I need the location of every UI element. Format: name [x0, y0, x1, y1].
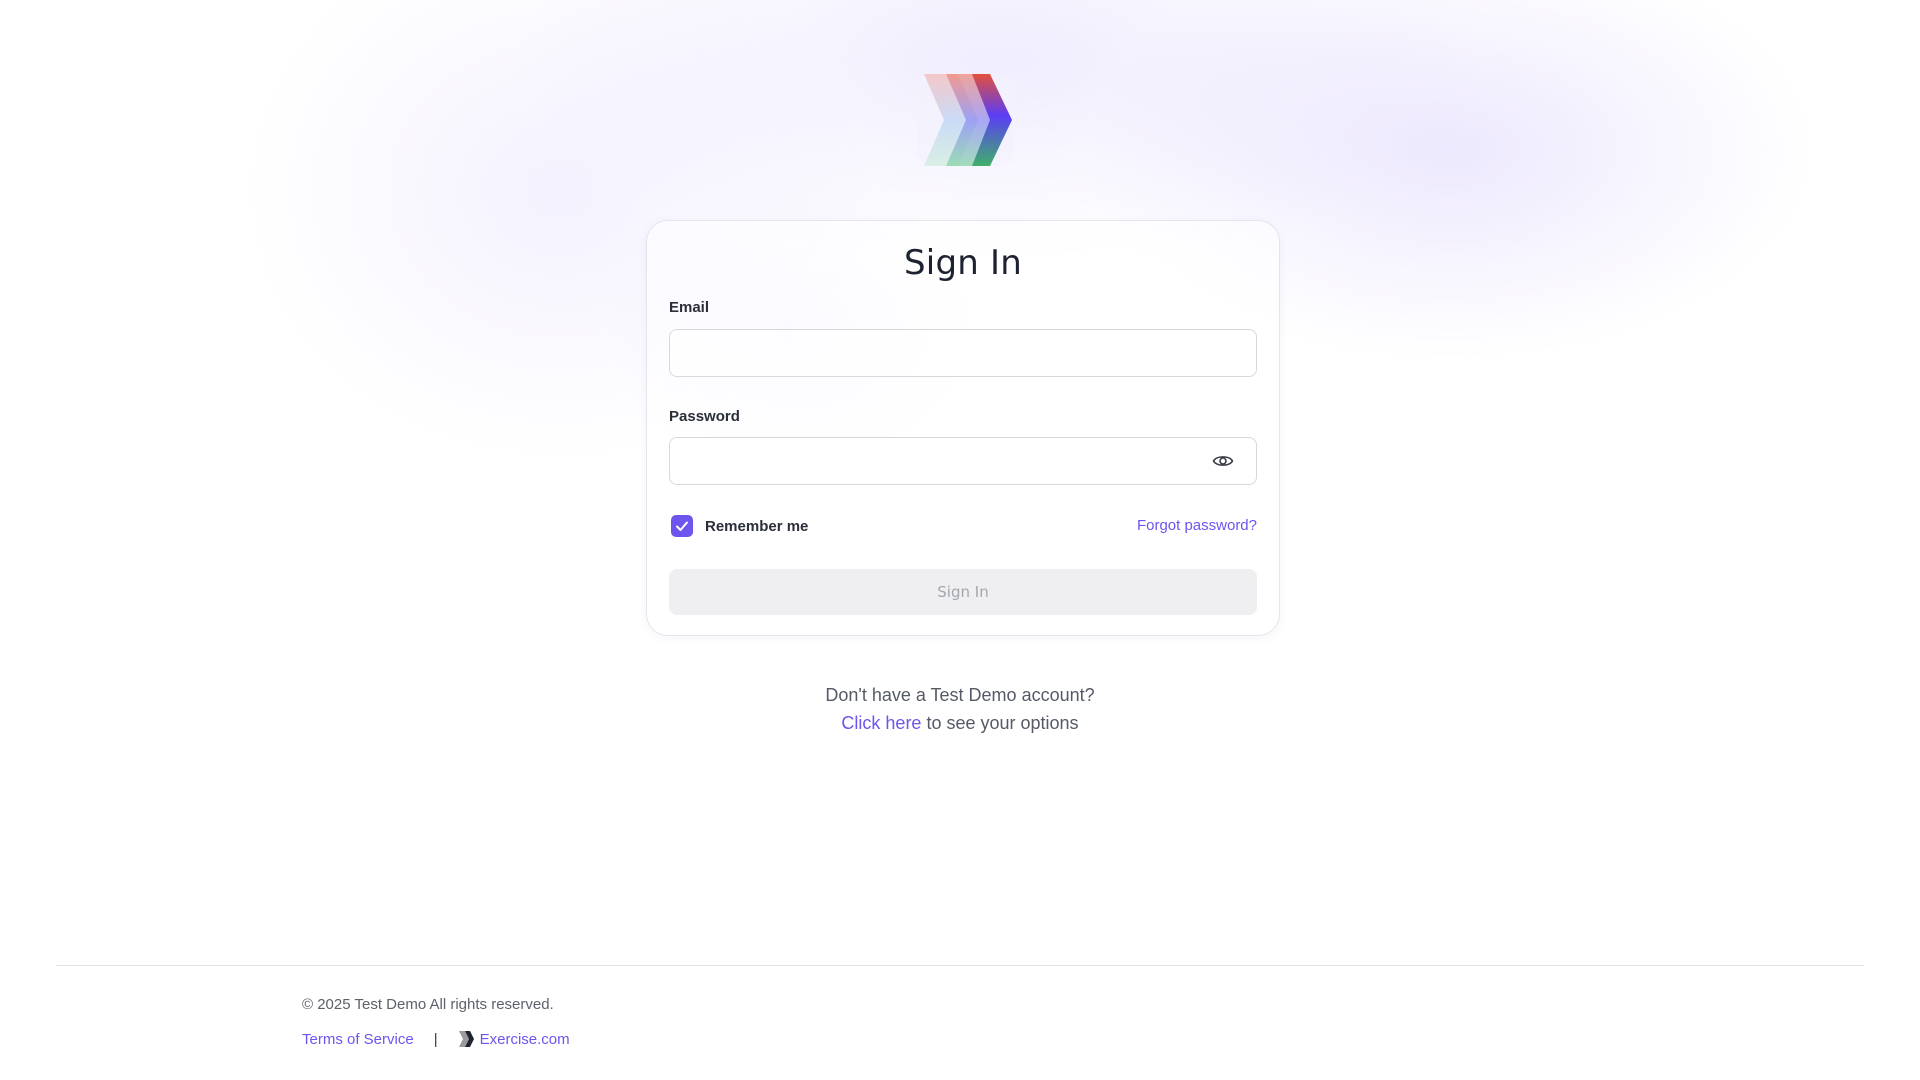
- email-field[interactable]: [669, 329, 1257, 377]
- exercise-com-label: Exercise.com: [479, 1030, 570, 1048]
- exercise-logo-icon: [458, 1031, 474, 1047]
- password-label: Password: [669, 408, 740, 425]
- checkmark-icon: [676, 521, 688, 531]
- show-password-button[interactable]: [1211, 450, 1235, 472]
- options-line: Click here to see your options: [0, 713, 1920, 734]
- sign-in-button[interactable]: Sign In: [669, 569, 1257, 615]
- exercise-com-link[interactable]: Exercise.com: [458, 1030, 570, 1048]
- remember-me-label: Remember me: [705, 517, 809, 535]
- signin-card: Sign In Email Password Remember me Forgo…: [646, 220, 1280, 636]
- footer-links: Terms of Service | Exercise.com: [302, 1030, 570, 1048]
- remember-me-toggle[interactable]: Remember me: [671, 515, 808, 537]
- account-prompt: Don't have a Test Demo account?: [825, 685, 1095, 705]
- eye-icon: [1212, 456, 1234, 466]
- signin-page: Sign In Email Password Remember me Forgo…: [0, 0, 1920, 1080]
- footer-divider: [56, 965, 1864, 966]
- options-suffix: to see your options: [921, 713, 1079, 733]
- remember-me-checkbox[interactable]: [671, 515, 693, 537]
- terms-of-service-link[interactable]: Terms of Service: [302, 1031, 414, 1048]
- email-label: Email: [669, 299, 710, 316]
- brand-logo-icon: [918, 72, 1014, 168]
- click-here-link[interactable]: Click here: [841, 713, 921, 733]
- forgot-password-link[interactable]: Forgot password?: [1137, 517, 1257, 534]
- signin-title: Sign In: [904, 243, 1022, 283]
- password-field[interactable]: [669, 437, 1257, 485]
- footer-separator: |: [433, 1030, 438, 1048]
- copyright-text: © 2025 Test Demo All rights reserved.: [302, 996, 554, 1013]
